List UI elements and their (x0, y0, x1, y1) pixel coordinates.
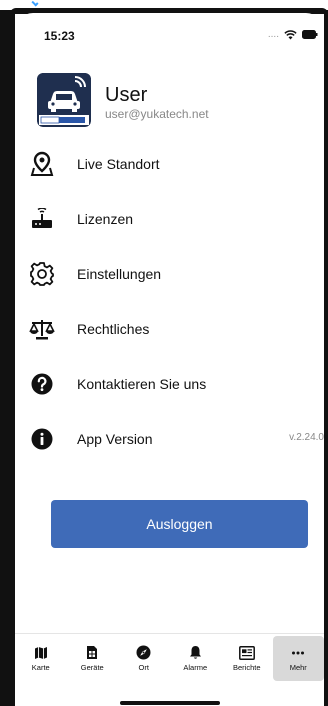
logout-button[interactable]: Ausloggen (51, 500, 308, 548)
status-icons: .... (268, 29, 318, 40)
device-frame-left (0, 10, 15, 706)
tab-alarme[interactable]: Alarme (170, 634, 222, 683)
scales-icon (29, 316, 55, 342)
tab-geraete[interactable]: Geräte (67, 634, 119, 683)
battery-icon (302, 30, 318, 39)
menu-item-kontaktieren[interactable]: Kontaktieren Sie uns (15, 358, 324, 413)
app-version-value: v.2.24.0 (289, 432, 324, 443)
menu-item-live-standort[interactable]: Live Standort (15, 138, 324, 193)
menu-item-label: Live Standort (77, 156, 160, 172)
menu-item-lizenzen[interactable]: Lizenzen (15, 193, 324, 248)
user-email: user@yukatech.net (105, 107, 209, 121)
menu-item-label: Einstellungen (77, 266, 162, 282)
menu-item-rechtliches[interactable]: Rechtliches (15, 303, 324, 358)
device-frame-right (324, 10, 328, 706)
menu-item-label: Rechtliches (77, 321, 150, 337)
tab-mehr[interactable]: Mehr (272, 636, 324, 681)
menu-item-label: Lizenzen (77, 211, 134, 227)
status-bar: 15:23 .... (15, 13, 324, 57)
compass-icon (136, 645, 151, 660)
signal-indicator: .... (267, 29, 279, 40)
menu-item-label: Kontaktieren Sie uns (77, 376, 207, 392)
menu-item-einstellungen[interactable]: Einstellungen (15, 248, 324, 303)
more-dots-icon (291, 646, 305, 660)
user-name: User (105, 84, 148, 106)
tab-label: Mehr (289, 662, 307, 672)
tab-karte[interactable]: Karte (15, 634, 67, 683)
status-time: 15:23 (44, 29, 75, 43)
wifi-icon (284, 29, 297, 40)
bell-icon (189, 645, 202, 660)
app-screen: 15:23 .... User user@yukatech.net Live S… (15, 13, 324, 706)
info-circle-icon (29, 426, 55, 452)
report-icon (238, 645, 255, 660)
home-indicator (120, 701, 220, 705)
bottom-tab-bar: Karte Geräte Ort Alarme Berichte Mehr (15, 633, 324, 683)
car-app-logo-icon (37, 73, 91, 127)
tab-ort[interactable]: Ort (118, 634, 170, 683)
sim-card-icon (86, 645, 98, 660)
gear-icon (29, 261, 55, 287)
tab-label: Alarme (183, 663, 208, 672)
user-profile: User user@yukatech.net (37, 73, 317, 129)
map-icon (34, 646, 48, 660)
tab-label: Karte (31, 662, 50, 672)
menu-item-label: App Version (77, 431, 153, 447)
question-circle-icon (29, 371, 55, 397)
settings-menu: Live Standort Lizenzen Einstellungen Rec… (15, 138, 324, 468)
tab-berichte[interactable]: Berichte (221, 634, 273, 683)
menu-item-app-version[interactable]: App Version v.2.24.0 (15, 413, 324, 468)
tab-label: Berichte (232, 662, 261, 672)
location-pin-icon (29, 151, 55, 177)
tab-label: Geräte (80, 663, 104, 672)
tab-label: Ort (138, 663, 149, 672)
router-icon (29, 206, 55, 232)
